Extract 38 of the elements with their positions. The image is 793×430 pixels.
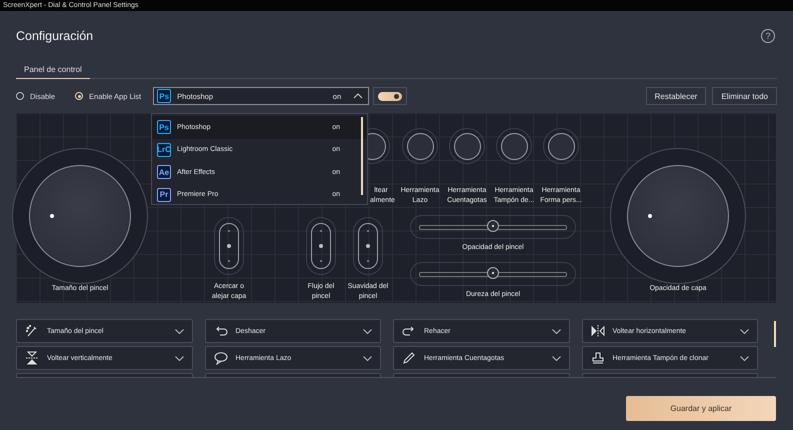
- speech-bubble-icon: [214, 351, 228, 365]
- flip-vertical-icon: [25, 351, 39, 365]
- action-button[interactable]: Eliminar todo: [712, 87, 777, 105]
- chevron-down-icon: [552, 356, 560, 360]
- chevron-up-icon: [353, 93, 364, 99]
- toggle-switch[interactable]: [378, 92, 402, 100]
- round-button[interactable]: [543, 128, 579, 164]
- save-button[interactable]: Guardar y aplicar: [626, 396, 776, 421]
- tab[interactable]: Panel de control: [16, 65, 90, 79]
- round-button[interactable]: [449, 128, 485, 164]
- flip-horizontal-icon: [590, 324, 604, 338]
- redo-icon: [402, 324, 416, 338]
- stamp-icon: [590, 351, 604, 365]
- pencil-icon: [402, 351, 416, 365]
- chevron-down-icon: [552, 328, 560, 334]
- chevron-down-icon: [363, 356, 372, 360]
- chevron-down-icon: [174, 328, 184, 334]
- page-title: Configuración: [16, 29, 94, 43]
- chevron-down-icon: [740, 356, 749, 360]
- slider[interactable]: [410, 262, 576, 286]
- round-button[interactable]: [402, 128, 438, 164]
- chevron-down-icon: [363, 328, 372, 334]
- chevron-down-icon: [740, 328, 749, 334]
- scrollbar: [774, 321, 776, 347]
- app-icon: Ps: [157, 120, 171, 134]
- slider[interactable]: [410, 215, 576, 239]
- undo-icon: [214, 324, 228, 338]
- app-icon: Ps: [157, 89, 172, 103]
- chevron-down-icon: [174, 356, 184, 360]
- round-button[interactable]: [496, 128, 532, 164]
- help-button[interactable]: ?: [761, 29, 775, 43]
- vertical-wheel-control[interactable]: [214, 217, 244, 275]
- action-button[interactable]: Restablecer: [646, 87, 706, 105]
- vertical-wheel-control[interactable]: [353, 217, 383, 275]
- vertical-wheel-control[interactable]: [306, 217, 336, 275]
- brush-icon: [25, 324, 39, 338]
- app-icon: Ae: [157, 165, 171, 180]
- app-icon: Pr: [157, 188, 171, 202]
